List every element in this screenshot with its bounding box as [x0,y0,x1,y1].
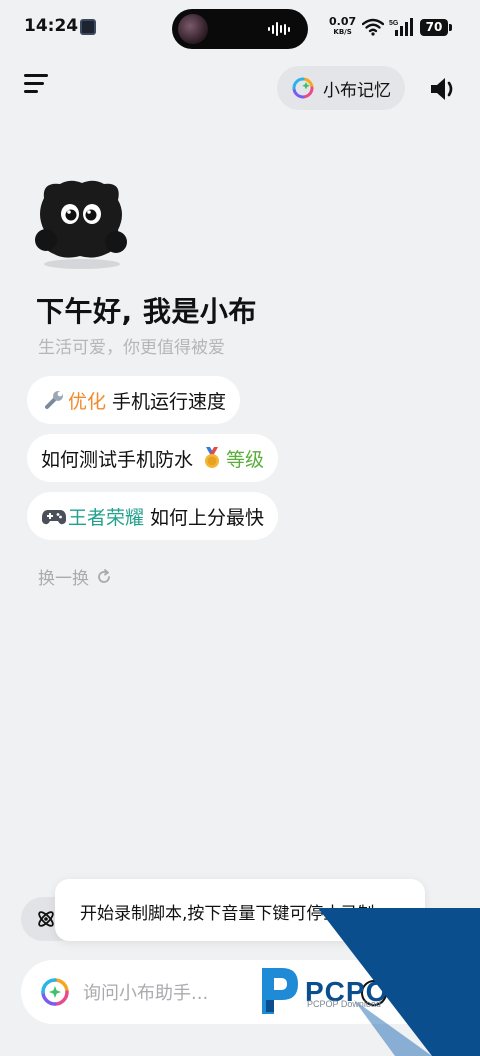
suggestion-highlight: 优化 [68,390,107,413]
memory-button[interactable]: 小布记忆 [277,66,405,110]
greeting-title: 下午好, 我是小布 [36,295,257,328]
suggestion-highlight: 等级 [226,448,265,471]
menu-button[interactable] [24,74,52,102]
network-speed-unit: KB/S [333,28,352,36]
suggestion-text: 手机运行速度 [106,390,227,413]
media-thumbnail-icon [178,14,208,44]
refresh-label: 换一换 [38,569,89,589]
suggestion-chip[interactable]: 优化 手机运行速度 [27,376,241,424]
watermark-logo-icon [262,968,298,1014]
input-placeholder: 询问小布助手... [83,983,209,1004]
mascot-avatar [35,180,127,269]
suggestion-chip[interactable]: 王者荣耀 如何上分最快 [27,492,279,540]
suggestion-chip[interactable]: 如何测试手机防水 等级 [27,434,279,482]
gamepad-icon [41,503,67,529]
medal-icon [199,445,225,471]
cellular-signal-icon: 5G [389,18,413,36]
suggestion-text: 如何测试手机防水 [41,448,200,471]
battery-indicator: 70 [420,19,452,36]
status-bar: 14:24 0.07 KB/S 5G 70 [0,0,480,56]
wrench-icon [41,387,67,413]
suggestion-highlight: 王者荣耀 [68,506,145,529]
status-time: 14:24 [24,16,79,36]
audio-wave-icon [268,22,290,36]
memory-icon [292,77,314,99]
refresh-icon [98,568,110,583]
suggestion-text: 如何上分最快 [144,506,265,529]
speaker-icon[interactable] [428,74,458,104]
refresh-button[interactable]: 换一换 [38,564,113,589]
memory-label: 小布记忆 [323,80,391,101]
atom-icon [38,911,54,927]
greeting-subtitle: 生活可爱，你更值得被爱 [38,338,225,358]
signal-label: 5G [389,20,399,27]
assistant-logo-icon [41,978,69,1006]
recording-toast: 开始录制脚本,按下音量下键可停止录制 [55,879,425,941]
network-speed: 0.07 KB/S [329,16,356,37]
dynamic-island[interactable] [172,9,308,49]
notification-app-icon [80,19,96,35]
wifi-icon [362,18,384,36]
watermark-subtext: PCPOP Download [307,999,381,1009]
